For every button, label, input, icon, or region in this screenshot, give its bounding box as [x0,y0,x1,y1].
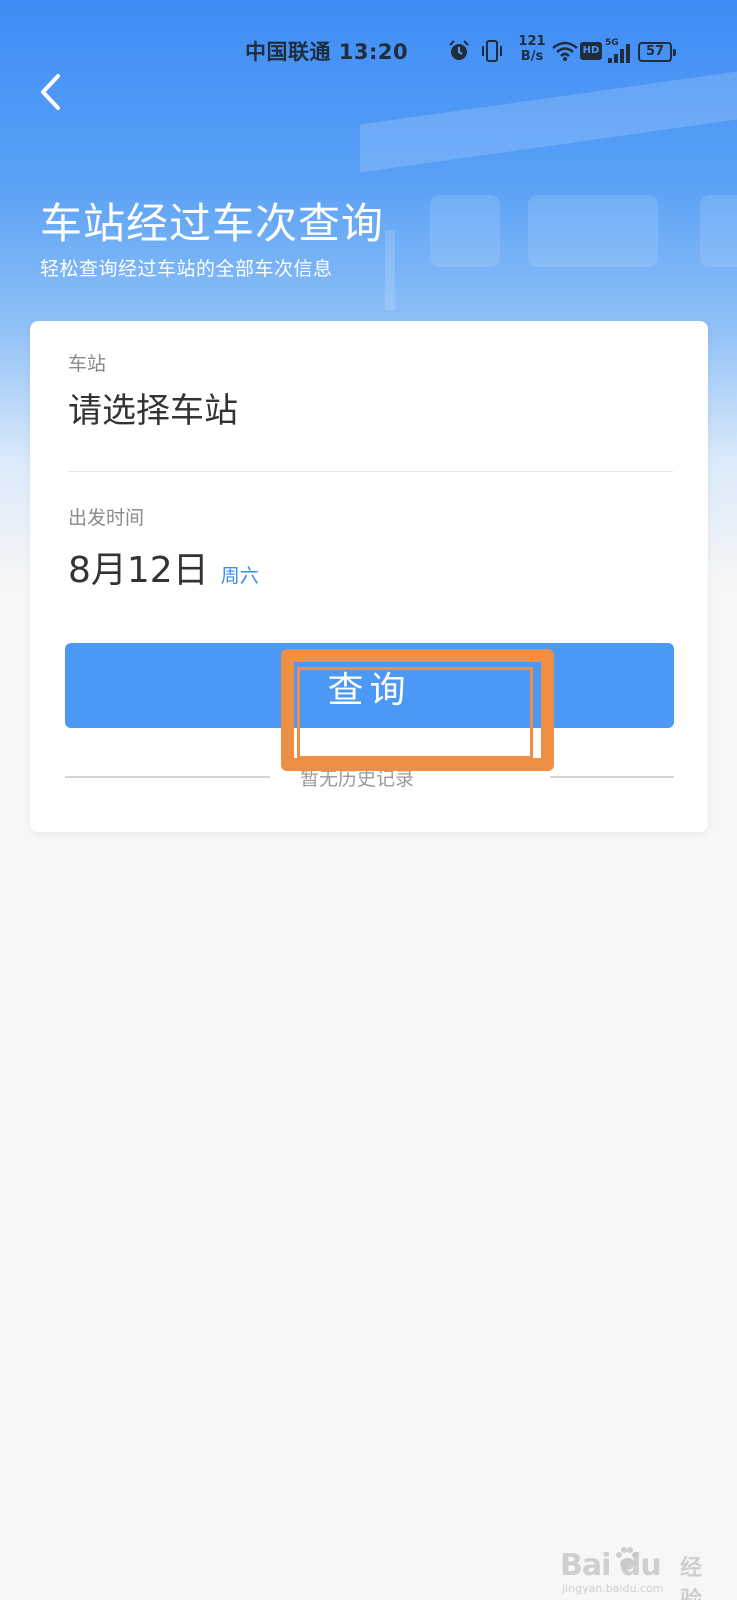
query-card: 车站 请选择车站 出发时间 8月12日 周六 查询 暂无历史记录 [30,321,708,832]
query-button[interactable]: 查询 [65,643,674,728]
hd-badge: HD [580,42,602,60]
alarm-icon [449,40,469,60]
page-title: 车站经过车次查询 [40,199,385,248]
date-label: 出发时间 [68,507,145,529]
station-label: 车站 [68,353,107,375]
divider [65,776,270,778]
divider [550,776,674,778]
chevron-left-icon [41,74,60,110]
net-speed-value: 121 [518,34,546,49]
status-bar: 中国联通 13:20 121 B/s HD 5G 57 [0,30,737,74]
watermark-logo: Bai du [560,1548,662,1583]
vibrate-icon [482,40,502,62]
back-button[interactable] [30,70,70,114]
background-decoration [360,65,737,173]
signal-icon [608,44,630,63]
page-subtitle: 轻松查询经过车站的全部车次信息 [40,258,333,280]
paw-icon [616,1547,638,1570]
date-selector[interactable]: 8月12日 周六 [68,541,259,593]
divider [68,471,673,472]
background-decoration [528,195,658,267]
net-speed: 121 B/s [514,34,550,64]
watermark-url: jingyan.baidu.com [562,1582,664,1595]
station-selector[interactable]: 请选择车站 [68,383,668,432]
background-decoration [385,230,395,310]
carrier-time: 中国联通 13:20 [245,40,409,64]
net-speed-unit: B/s [520,49,544,64]
background-decoration [700,195,737,267]
weekday-label: 周六 [220,565,259,587]
background-decoration [430,195,500,267]
battery-indicator: 57 [638,42,676,62]
history-link[interactable]: 暂无历史记录 [300,764,414,791]
watermark: Bai du 经验 jingyan.baidu.com [560,1547,720,1600]
watermark-text: 经验 [680,1556,703,1600]
wifi-icon [552,41,578,61]
date-value: 8月12日 [68,550,209,591]
